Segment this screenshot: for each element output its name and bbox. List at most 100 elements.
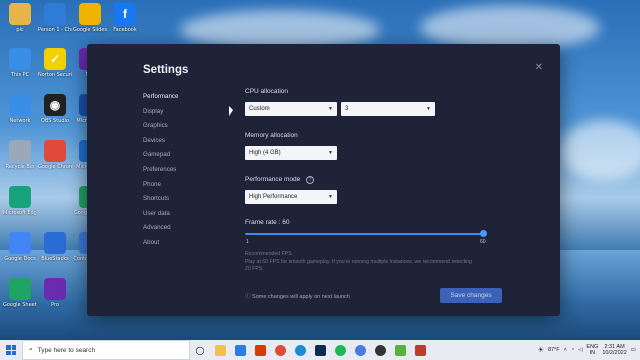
clock[interactable]: 2:31 AM 10/2/2022 (602, 344, 626, 356)
desktop-shortcut-label: Facebook (113, 27, 137, 33)
desktop-shortcut[interactable]: ✓ Norton Security (38, 48, 72, 78)
desktop-shortcut[interactable]: Pro (38, 278, 72, 308)
nav-item-preferences[interactable]: Preferences (143, 163, 178, 178)
chevron-down-icon: ▼ (328, 194, 333, 200)
edge-icon[interactable] (290, 340, 310, 360)
nav-item-devices[interactable]: Devices (143, 134, 178, 149)
office-icon[interactable] (250, 340, 270, 360)
chevron-up-icon[interactable]: ˄ (564, 347, 567, 353)
windows-icon (6, 345, 16, 355)
clock-date: 10/2/2022 (602, 350, 627, 356)
desktop-shortcut-label: Recycle Bin (5, 164, 35, 170)
nav-item-gamepad[interactable]: Gamepad (143, 148, 178, 163)
frame-rate-max: 60 (480, 239, 486, 245)
chrome-profile-icon[interactable] (350, 340, 370, 360)
chevron-down-icon: ▼ (426, 106, 431, 112)
app-icon (9, 186, 31, 208)
obs-icon[interactable] (370, 340, 390, 360)
weather-icon[interactable]: ☀ (538, 346, 544, 354)
app-icon (9, 48, 31, 70)
nav-item-user-data[interactable]: User data (143, 207, 178, 222)
mail-icon[interactable] (230, 340, 250, 360)
desktop-shortcut-label: Google Sheets (3, 302, 37, 308)
chevron-down-icon: ▼ (328, 150, 333, 156)
app-icon (44, 140, 66, 162)
taskbar-search[interactable]: ⌕ Type here to search (22, 340, 190, 360)
desktop-shortcut-label: Person 1 - Chrome (38, 27, 72, 33)
desktop-shortcut[interactable]: Google Sheets (3, 278, 37, 308)
file-explorer-icon[interactable] (210, 340, 230, 360)
system-tray: ☀ 87°F ˄ ◔ ◁ ENG IN 2:31 AM 10/2/2022 ▭ (538, 340, 636, 360)
desktop-shortcut-label: Norton Security (38, 72, 72, 78)
nav-item-performance[interactable]: Performance (143, 90, 178, 105)
frame-rate-min: 1 (246, 239, 249, 245)
nav-item-graphics[interactable]: Graphics (143, 119, 178, 134)
frame-rate-slider-handle[interactable] (480, 230, 487, 237)
app-icon: f (114, 3, 136, 25)
dialog-title: Settings (143, 64, 189, 76)
desktop-shortcut-label: Google Chrome (38, 164, 72, 170)
task-view-icon[interactable]: ◯ (190, 340, 210, 360)
frame-rate-box: Frame rate : 60 1 60 (245, 219, 487, 249)
app-icon (44, 3, 66, 25)
cpu-mode-select[interactable]: Custom ▼ (245, 102, 337, 116)
desktop-shortcut[interactable]: Person 1 - Chrome (38, 3, 72, 33)
desktop-shortcut-label: OBS Studio (41, 118, 69, 124)
nav-item-phone[interactable]: Phone (143, 178, 178, 193)
memory-value: High (4 GB) (249, 150, 281, 156)
weather-temp[interactable]: 87°F (548, 347, 560, 353)
close-icon[interactable]: ✕ (535, 62, 543, 73)
app-icon (9, 140, 31, 162)
recommended-fps-title: Recommended FPS (245, 251, 292, 257)
desktop-shortcut[interactable]: Google Chrome (38, 140, 72, 170)
desktop-shortcut[interactable]: Network (3, 94, 37, 124)
app-icon (44, 232, 66, 254)
restart-notice: ⓘ Some changes will apply on next launch (245, 294, 350, 300)
region-code: IN (589, 350, 596, 356)
performance-mode-select[interactable]: High Performance ▼ (245, 190, 337, 204)
desktop-shortcut[interactable]: BlueStacks (38, 232, 72, 262)
language-indicator[interactable]: ENG IN (586, 344, 598, 356)
nav-item-about[interactable]: About (143, 236, 178, 251)
spotify-icon[interactable] (330, 340, 350, 360)
app-icon[interactable] (410, 340, 430, 360)
cpu-cores-select[interactable]: 3 ▼ (341, 102, 435, 116)
bluestacks-icon[interactable] (390, 340, 410, 360)
search-placeholder: Type here to search (37, 346, 96, 354)
desktop-shortcut[interactable]: Recycle Bin (3, 140, 37, 170)
app-icon (9, 232, 31, 254)
notification-icon[interactable]: ▭ (631, 347, 636, 353)
desktop-shortcut-label: Network (9, 118, 31, 124)
save-changes-button[interactable]: Save changes (440, 288, 502, 303)
volume-icon[interactable]: ◁ (578, 347, 582, 353)
mouse-cursor (229, 106, 233, 116)
frame-rate-slider-track[interactable] (245, 233, 484, 235)
desktop-shortcut[interactable]: This PC (3, 48, 37, 78)
cpu-cores-value: 3 (345, 106, 349, 112)
nav-item-shortcuts[interactable]: Shortcuts (143, 192, 178, 207)
desktop-shortcut-label: Pro (51, 302, 59, 308)
cpu-allocation-label: CPU allocation (245, 88, 288, 95)
desktop-shortcut[interactable]: pic (3, 3, 37, 33)
desktop-shortcut[interactable]: f Facebook (108, 3, 142, 33)
start-button[interactable] (0, 340, 22, 360)
memory-allocation-label: Memory allocation (245, 132, 298, 139)
frame-rate-label: Frame rate : 60 (245, 219, 290, 226)
desktop-shortcut[interactable]: Google Slides (73, 3, 107, 33)
memory-select[interactable]: High (4 GB) ▼ (245, 146, 337, 160)
app-icon (44, 278, 66, 300)
nav-item-advanced[interactable]: Advanced (143, 221, 178, 236)
nav-item-display[interactable]: Display (143, 105, 178, 120)
photoshop-icon[interactable] (310, 340, 330, 360)
chevron-down-icon: ▼ (328, 106, 333, 112)
desktop-shortcut[interactable]: Microsoft Edge (3, 186, 37, 216)
desktop-shortcut[interactable]: ◉ OBS Studio (38, 94, 72, 124)
app-icon: ✓ (44, 48, 66, 70)
chrome-icon[interactable] (270, 340, 290, 360)
desktop-shortcut-label: pic (16, 27, 24, 33)
desktop-shortcut[interactable]: Google Docs (3, 232, 37, 262)
cpu-mode-value: Custom (249, 106, 270, 112)
taskbar: ⌕ Type here to search ◯ ☀ 87°F ˄ ◔ ◁ ENG… (0, 340, 640, 360)
help-icon[interactable]: ? (306, 176, 314, 184)
wifi-icon[interactable]: ◔ (571, 347, 574, 353)
